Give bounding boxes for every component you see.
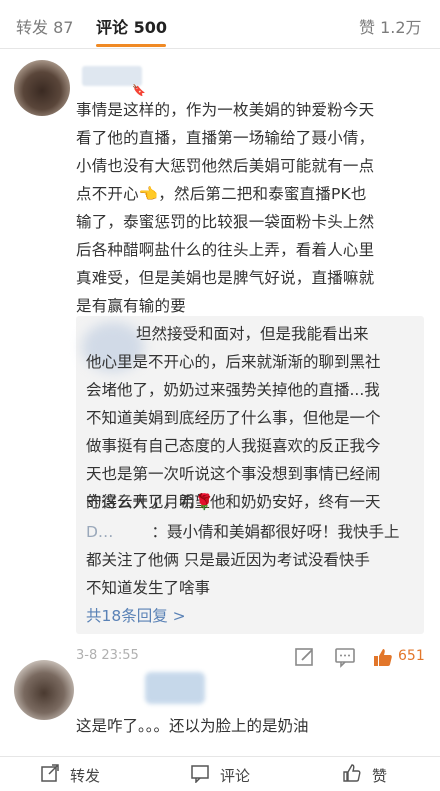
comment-icon[interactable]: [334, 646, 356, 668]
more-replies-link[interactable]: 共18条回复 >: [86, 604, 186, 626]
like-button[interactable]: 赞: [372, 765, 387, 786]
avatar[interactable]: [14, 660, 74, 720]
reply-line: 天也是第一次听说这个事没想到事情已经闹: [86, 465, 381, 483]
reply-line: 做事挺有自己态度的人我挺喜欢的反正我今: [86, 437, 381, 455]
comment-body: 事情是这样的，作为一枚美娟的钟爱粉今天 看了他的直播，直播第一场输给了聂小倩， …: [76, 96, 432, 320]
tab-bar: 转发 87 评论 500 赞 1.2万: [0, 0, 440, 49]
bottom-action-bar: 转发 评论 赞: [0, 756, 440, 791]
reply-line-last: 守得云开见月明🌹: [86, 493, 214, 511]
comment-line: 点不开心👈，然后第二把和泰蜜直播PK也: [76, 185, 367, 203]
comment-line: 小倩也没有大惩罚他然后美娟可能就有一点: [76, 157, 375, 175]
comment-line: 输了，泰蜜惩罚的比较狠一袋面粉卡头上然: [76, 213, 375, 231]
comment-timestamp: 3-8 23:55: [76, 648, 139, 663]
edit-icon[interactable]: [294, 646, 316, 668]
comment-line: 看了他的直播，直播第一场输给了聂小倩，: [76, 129, 375, 147]
reply2-username[interactable]: D…: [86, 523, 113, 541]
repost-icon[interactable]: [40, 763, 60, 783]
reply-line: 坦然接受和面对，但是我能看出来: [136, 325, 369, 343]
reply-line: 会堵他了，奶奶过来强势关掉他的直播...我: [86, 381, 380, 399]
comment-icon[interactable]: [190, 763, 210, 783]
like-icon[interactable]: [372, 646, 394, 668]
reply2-line: ：聂小倩和美娟都很好呀！我快手上: [151, 523, 400, 541]
active-tab-indicator: [96, 44, 166, 47]
username-blurred[interactable]: [82, 66, 142, 86]
comment-line: 事情是这样的，作为一枚美娟的钟爱粉今天: [76, 101, 375, 119]
reply2-body: D… ：聂小倩和美娟都很好呀！我快手上 都关注了他俩 只是最近因为考试没看快手 不…: [86, 518, 416, 602]
like-count: 651: [398, 648, 425, 664]
reply2-line: 不知道发生了啥事: [86, 579, 211, 597]
reply-body: 坦然接受和面对，但是我能看出来 他心里是不开心的，后来就渐渐的聊到黑社 会堵他了…: [86, 320, 416, 516]
username-blurred[interactable]: [145, 672, 205, 704]
avatar[interactable]: [14, 60, 70, 116]
tab-repost[interactable]: 转发 87: [16, 14, 73, 38]
like-icon[interactable]: [342, 763, 362, 783]
comment-line: 真难受，但是美娟也是脾气好说，直播嘛就: [76, 269, 375, 287]
reply-line: 不知道美娟到底经历了什么事，但他是一个: [86, 409, 381, 427]
tab-comments[interactable]: 评论 500: [96, 14, 167, 38]
comment-line: 后各种醋啊盐什么的往头上弄，看着人心里: [76, 241, 375, 259]
tab-likes[interactable]: 赞 1.2万: [359, 14, 422, 38]
repost-button[interactable]: 转发: [70, 765, 100, 786]
reply2-line: 都关注了他俩 只是最近因为考试没看快手: [86, 551, 370, 569]
reply-line: 他心里是不开心的，后来就渐渐的聊到黑社: [86, 353, 381, 371]
comment-button[interactable]: 评论: [220, 765, 250, 786]
comment-body: 这是咋了。。。还以为脸上的是奶油: [76, 717, 309, 735]
